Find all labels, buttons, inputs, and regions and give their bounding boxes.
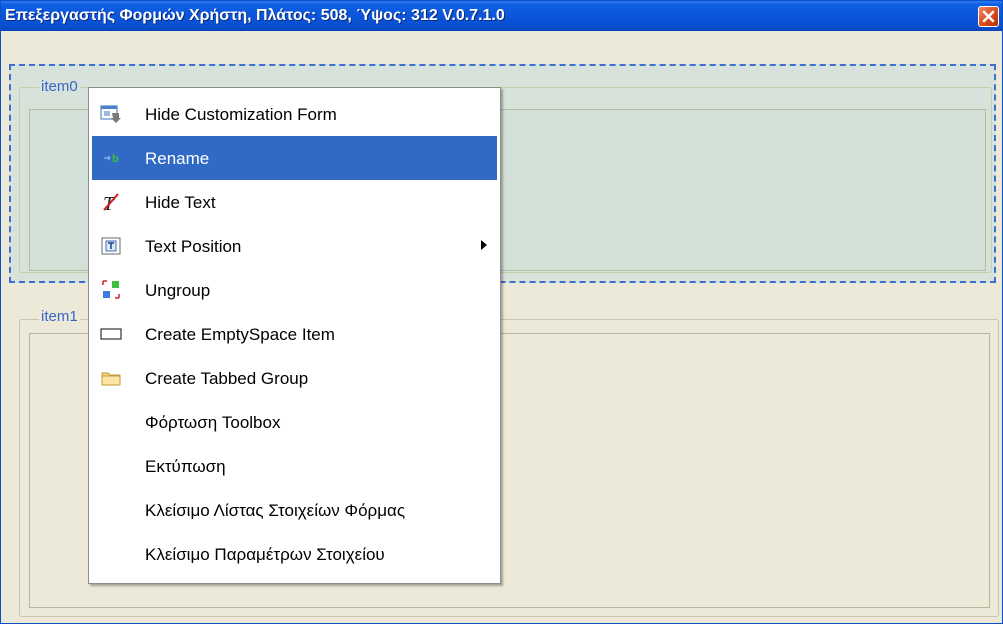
submenu-arrow-icon [481,240,487,250]
menu-item-label: Rename [145,149,210,168]
menu-item-label: Hide Text [145,193,216,212]
menu-item-close-item-parameters[interactable]: Κλείσιμο Παραμέτρων Στοιχείου [92,532,497,576]
menu-item-label: Ungroup [145,281,211,300]
menu-item-label: Κλείσιμο Παραμέτρων Στοιχείου [145,545,385,564]
menu-item-create-tabbed-group[interactable]: Create Tabbed Group [92,356,497,400]
title-bar[interactable]: Επεξεργαστής Φορμών Χρήστη, Πλάτος: 508,… [1,1,1002,31]
customization-window: Επεξεργαστής Φορμών Χρήστη, Πλάτος: 508,… [0,0,1003,624]
close-icon [982,10,995,23]
menu-item-text-position[interactable]: Text Position [92,224,497,268]
ungroup-icon [102,280,120,299]
folder-icon [101,372,121,386]
menu-item-ungroup[interactable]: Ungroup [92,268,497,312]
menu-item-rename[interactable]: b Rename [92,136,497,180]
menu-item-label: Φόρτωση Toolbox [145,413,281,432]
menu-item-label: Hide Customization Form [145,105,337,124]
rename-icon: b [104,153,119,165]
group-item1-label[interactable]: item1 [39,308,80,325]
menu-item-create-emptyspace[interactable]: Create EmptySpace Item [92,312,497,356]
customization-form-icon [100,105,121,123]
menu-item-label: Create Tabbed Group [145,369,309,388]
menu-item-load-toolbox[interactable]: Φόρτωση Toolbox [92,400,497,444]
text-position-icon [101,237,121,255]
menu-item-hide-customization-form[interactable]: Hide Customization Form [92,92,497,136]
menu-item-print[interactable]: Εκτύπωση [92,444,497,488]
menu-item-label: Κλείσιμο Λίστας Στοιχείων Φόρμας [145,501,406,520]
window-title: Επεξεργαστής Φορμών Χρήστη, Πλάτος: 508,… [5,7,505,24]
menu-item-close-form-items-list[interactable]: Κλείσιμο Λίστας Στοιχείων Φόρμας [92,488,497,532]
menu-item-label: Create EmptySpace Item [145,325,335,344]
hide-text-icon: T [103,193,119,213]
context-menu: Hide Customization Form b Rename T Hide … [88,87,501,584]
close-button[interactable] [978,6,999,27]
menu-item-hide-text[interactable]: T Hide Text [92,180,497,224]
svg-text:b: b [112,153,119,165]
menu-item-label: Text Position [145,237,242,256]
menu-item-label: Εκτύπωση [145,457,226,476]
group-item0-label[interactable]: item0 [39,78,80,95]
empty-space-icon [100,328,122,340]
